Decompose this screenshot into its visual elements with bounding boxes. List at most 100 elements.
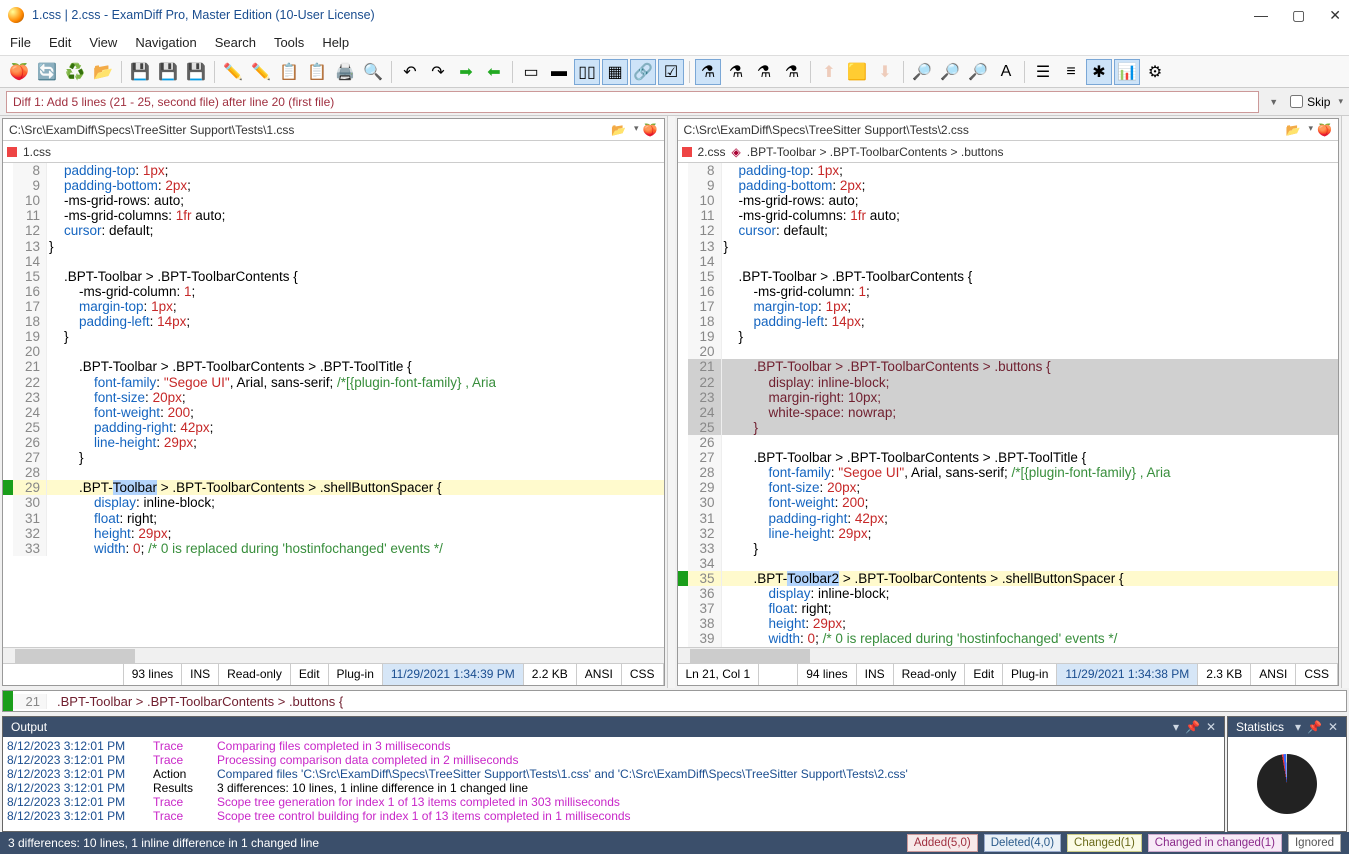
up-icon[interactable]: ⬆ [816,59,842,85]
open-folder-icon[interactable]: 📂 [90,59,116,85]
code-row[interactable]: 26 line-height: 29px; [3,435,664,450]
edit-left-icon[interactable]: ✏️ [220,59,246,85]
close-panel-icon[interactable]: ✕ [1206,720,1216,734]
code-row[interactable]: 29 .BPT-Toolbar > .BPT-ToolbarContents >… [3,480,664,495]
prev-icon[interactable]: ⬅ [481,59,507,85]
code-row[interactable]: 12 cursor: default; [3,223,664,238]
edit-right-icon[interactable]: ✏️ [248,59,274,85]
filter2-icon[interactable]: ⚗ [723,59,749,85]
left-minimap[interactable] [667,116,675,688]
right-hscroll[interactable] [678,647,1339,663]
dropdown-icon[interactable]: ▾ [1295,720,1301,734]
filter3-icon[interactable]: ⚗ [751,59,777,85]
save-icon[interactable]: 💾 [127,59,153,85]
wrap-icon[interactable]: ☑ [658,59,684,85]
save-left-icon[interactable]: 💾 [155,59,181,85]
font-icon[interactable]: A [993,59,1019,85]
list-icon[interactable]: ☰ [1030,59,1056,85]
code-row[interactable]: 36 display: inline-block; [678,586,1339,601]
open-icon[interactable]: 📂 [611,123,626,137]
code-row[interactable]: 26 [678,435,1339,450]
diff-message[interactable]: Diff 1: Add 5 lines (21 - 25, second fil… [6,91,1259,113]
code-row[interactable]: 31 float: right; [3,511,664,526]
pin-icon[interactable]: 📌 [1185,720,1200,734]
code-row[interactable]: 32 line-height: 29px; [678,526,1339,541]
code-row[interactable]: 11 -ms-grid-columns: 1fr auto; [678,208,1339,223]
code-row[interactable]: 21 .BPT-Toolbar > .BPT-ToolbarContents >… [678,359,1339,374]
grid-icon[interactable]: ▦ [602,59,628,85]
menu-tools[interactable]: Tools [274,35,304,50]
code-row[interactable]: 20 [678,344,1339,359]
code-row[interactable]: 19 } [3,329,664,344]
code-row[interactable]: 27 .BPT-Toolbar > .BPT-ToolbarContents >… [678,450,1339,465]
compare-icon[interactable]: 🍑 [6,59,32,85]
code-row[interactable]: 9 padding-bottom: 2px; [3,178,664,193]
tag-changed-in[interactable]: Changed in changed(1) [1148,834,1282,852]
code-row[interactable]: 22 font-family: "Segoe UI", Arial, sans-… [3,375,664,390]
menu-search[interactable]: Search [215,35,256,50]
code-row[interactable]: 8 padding-top: 1px; [3,163,664,178]
code-row[interactable]: 22 display: inline-block; [678,375,1339,390]
code-row[interactable]: 8 padding-top: 1px; [678,163,1339,178]
print-icon[interactable]: 🖨️ [332,59,358,85]
down-icon[interactable]: ⬇ [872,59,898,85]
code-row[interactable]: 30 display: inline-block; [3,495,664,510]
code-row[interactable]: 29 font-size: 20px; [678,480,1339,495]
right-code[interactable]: 8 padding-top: 1px;9 padding-bottom: 2px… [678,163,1339,647]
menu-edit[interactable]: Edit [49,35,71,50]
menu-help[interactable]: Help [322,35,349,50]
code-row[interactable]: 35 .BPT-Toolbar2 > .BPT-ToolbarContents … [678,571,1339,586]
filter-icon[interactable]: ⚗ [695,59,721,85]
diff-dropdown-icon[interactable]: ▼ [1269,97,1278,107]
code-row[interactable]: 10 -ms-grid-rows: auto; [3,193,664,208]
preview-icon[interactable]: 🔍 [360,59,386,85]
redo-icon[interactable]: ↷ [425,59,451,85]
breadcrumb[interactable]: .BPT-Toolbar > .BPT-ToolbarContents > .b… [747,145,1004,159]
code-row[interactable]: 15 .BPT-Toolbar > .BPT-ToolbarContents { [3,269,664,284]
refresh-icon[interactable]: 🔄 [34,59,60,85]
minimize-icon[interactable]: — [1254,7,1268,24]
save-right-icon[interactable]: 💾 [183,59,209,85]
code-row[interactable]: 32 height: 29px; [3,526,664,541]
left-code[interactable]: 8 padding-top: 1px;9 padding-bottom: 2px… [3,163,664,647]
output-log[interactable]: 8/12/2023 3:12:01 PMTraceComparing files… [3,737,1224,831]
code-row[interactable]: 19 } [678,329,1339,344]
code-row[interactable]: 11 -ms-grid-columns: 1fr auto; [3,208,664,223]
code-row[interactable]: 23 font-size: 20px; [3,390,664,405]
close-panel-icon[interactable]: ✕ [1328,720,1338,734]
tag-ignored[interactable]: Ignored [1288,834,1341,852]
split-h-icon[interactable]: ▬ [546,59,572,85]
code-row[interactable]: 25 padding-right: 42px; [3,420,664,435]
code-row[interactable]: 9 padding-bottom: 2px; [678,178,1339,193]
code-row[interactable]: 17 margin-top: 1px; [678,299,1339,314]
menu-view[interactable]: View [89,35,117,50]
code-row[interactable]: 24 font-weight: 200; [3,405,664,420]
code-row[interactable]: 27 } [3,450,664,465]
code-row[interactable]: 33 } [678,541,1339,556]
filter4-icon[interactable]: ⚗ [779,59,805,85]
code-row[interactable]: 33 width: 0; /* 0 is replaced during 'ho… [3,541,664,556]
menu-file[interactable]: File [10,35,31,50]
left-tab[interactable]: 1.css [23,145,51,159]
compare-icon[interactable]: 🍑 [1317,123,1332,137]
code-row[interactable]: 28 font-family: "Segoe UI", Arial, sans-… [678,465,1339,480]
code-row[interactable]: 16 -ms-grid-column: 1; [678,284,1339,299]
code-row[interactable]: 16 -ms-grid-column: 1; [3,284,664,299]
code-row[interactable]: 18 padding-left: 14px; [678,314,1339,329]
find-prev-icon[interactable]: 🔎 [965,59,991,85]
tag-deleted[interactable]: Deleted(4,0) [984,834,1061,852]
code-row[interactable]: 15 .BPT-Toolbar > .BPT-ToolbarContents { [678,269,1339,284]
copy-right-icon[interactable]: 📋 [304,59,330,85]
skip-check-input[interactable] [1290,95,1303,108]
code-row[interactable]: 30 font-weight: 200; [678,495,1339,510]
maximize-icon[interactable]: ▢ [1292,7,1305,24]
split-v-icon[interactable]: ▯▯ [574,59,600,85]
code-row[interactable]: 12 cursor: default; [678,223,1339,238]
open-icon[interactable]: 📂 [1286,123,1301,137]
pin-icon[interactable]: 📌 [1307,720,1322,734]
code-row[interactable]: 13} [678,239,1339,254]
close-icon[interactable]: ✕ [1329,7,1341,24]
plugin-icon[interactable]: ✱ [1086,59,1112,85]
undo-icon[interactable]: ↶ [397,59,423,85]
single-icon[interactable]: ▭ [518,59,544,85]
